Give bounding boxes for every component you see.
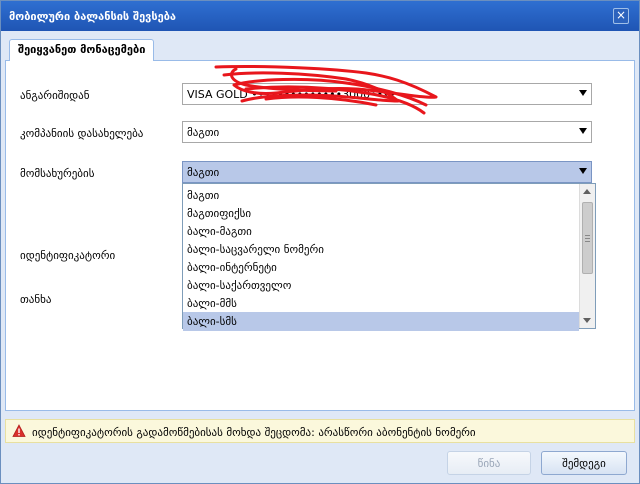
- form-panel: ანგარიშიდან VISA GOLD ••••••••••••••3000…: [5, 61, 635, 411]
- list-item-selected[interactable]: ბალი-სმს: [183, 312, 579, 331]
- window-titlebar[interactable]: მობილური ბალანსის შევსება ×: [1, 1, 639, 31]
- close-icon: ×: [615, 8, 627, 22]
- identifier-label: იდენტიფიკატორი: [20, 249, 116, 262]
- next-button[interactable]: შემდეგი: [541, 451, 627, 475]
- chevron-down-icon[interactable]: [579, 128, 587, 134]
- balance-topup-window: მობილური ბალანსის შევსება × შეიყვანეთ მო…: [0, 0, 640, 484]
- scroll-up-icon[interactable]: [583, 189, 591, 194]
- scrollbar-thumb[interactable]: [582, 202, 593, 274]
- grip-line: [585, 238, 590, 239]
- service-select[interactable]: მაგთი: [182, 161, 592, 183]
- company-value: მაგთი: [187, 126, 220, 139]
- chevron-down-icon[interactable]: [579, 90, 587, 96]
- list-item[interactable]: ბალი-ინტერნეტი: [183, 258, 579, 277]
- tab-enter-data[interactable]: შეიყვანეთ მონაცემები: [9, 39, 155, 61]
- grip-line: [585, 241, 590, 242]
- service-dropdown-list[interactable]: მაგთი მაგთიფიქსი ბალი-მაგთი ბალი-საცვარე…: [182, 183, 596, 331]
- error-message-bar: იდენტიფიკატორის გადამოწმებისას მოხდა შეც…: [5, 419, 635, 443]
- service-label: მომსახურების: [20, 167, 95, 180]
- company-label: კომპანიის დასახელება: [20, 127, 144, 140]
- list-item[interactable]: ბალი-საქართველო: [183, 276, 579, 295]
- dropdown-scrollbar[interactable]: [579, 184, 595, 328]
- chevron-down-icon[interactable]: [579, 168, 587, 174]
- list-item[interactable]: მაგთიფიქსი: [183, 204, 579, 223]
- grip-line: [585, 235, 590, 236]
- list-item[interactable]: მაგთი: [183, 186, 579, 205]
- account-select[interactable]: VISA GOLD ••••••••••••••3000••••: [182, 83, 592, 105]
- list-item[interactable]: ბალი-მმს: [183, 294, 579, 313]
- amount-label: თანხა: [20, 293, 52, 306]
- company-select[interactable]: მაგთი: [182, 121, 592, 143]
- account-value: VISA GOLD ••••••••••••••3000••••: [187, 88, 397, 101]
- tab-strip: შეიყვანეთ მონაცემები: [5, 33, 635, 61]
- close-button[interactable]: ×: [613, 8, 629, 24]
- list-item[interactable]: ბალი-საცვარელი ნომერი: [183, 240, 579, 259]
- error-message-text: იდენტიფიკატორის გადამოწმებისას მოხდა შეც…: [32, 426, 476, 439]
- warning-triangle-icon: [12, 424, 26, 437]
- service-value: მაგთი: [187, 166, 220, 179]
- list-item[interactable]: ბალი-მაგთი: [183, 222, 579, 241]
- scroll-down-icon[interactable]: [583, 318, 591, 323]
- account-label: ანგარიშიდან: [20, 89, 90, 102]
- window-title: მობილური ბალანსის შევსება: [9, 10, 177, 23]
- back-button[interactable]: წინა: [447, 451, 531, 475]
